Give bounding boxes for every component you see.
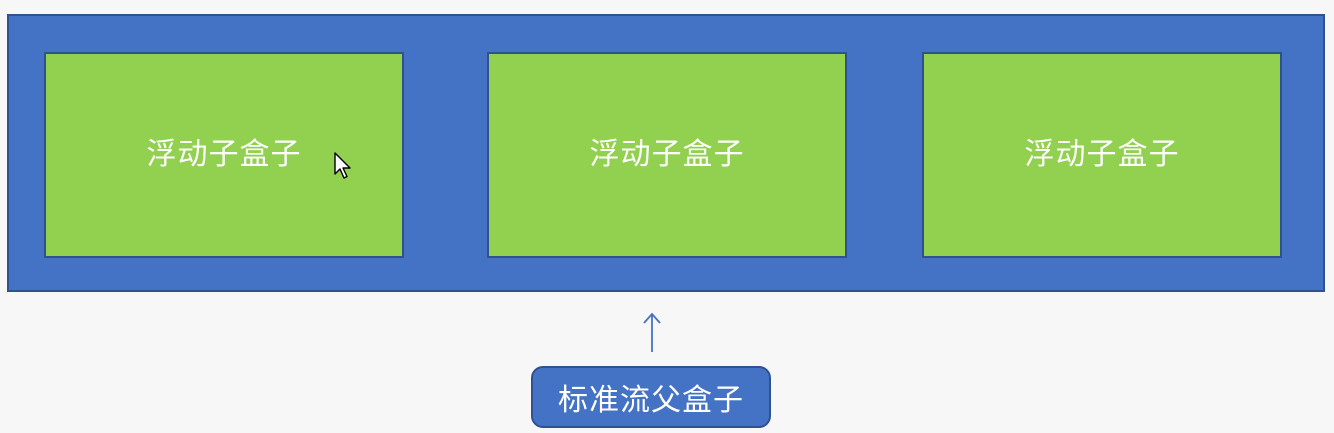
- floating-child-label: 浮动子盒子: [589, 137, 745, 172]
- parent-box-label-text: 标准流父盒子: [558, 383, 744, 418]
- floating-child-box-3: 浮动子盒子: [922, 52, 1282, 258]
- floating-child-label: 浮动子盒子: [146, 137, 302, 172]
- mouse-pointer-icon: [334, 152, 351, 179]
- floating-child-label: 浮动子盒子: [1024, 137, 1180, 172]
- standard-flow-parent-box: 浮动子盒子 浮动子盒子 浮动子盒子: [7, 14, 1325, 292]
- up-arrow-icon: [643, 312, 661, 352]
- floating-child-box-2: 浮动子盒子: [487, 52, 847, 258]
- parent-box-label: 标准流父盒子: [531, 366, 771, 428]
